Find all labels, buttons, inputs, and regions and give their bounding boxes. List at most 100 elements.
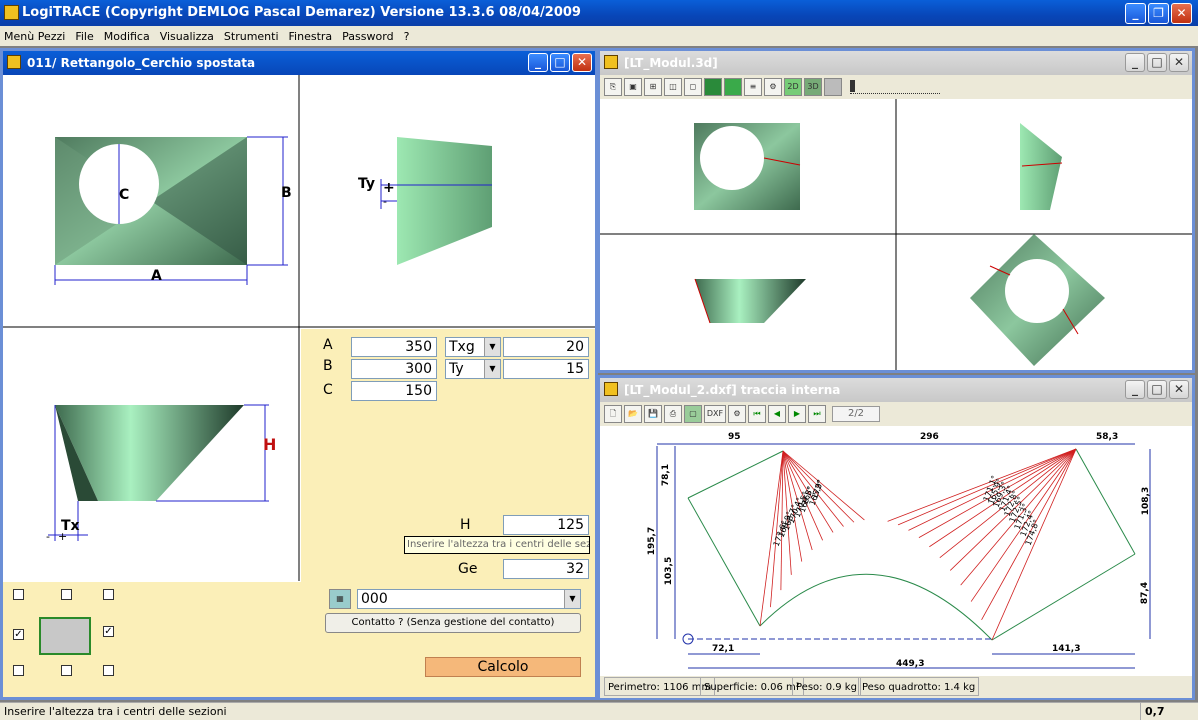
menu-help[interactable]: ?: [404, 30, 410, 43]
menu-strumenti[interactable]: Strumenti: [224, 30, 279, 43]
settings-2d-icon[interactable]: ⚙: [728, 405, 746, 423]
checkbox-mid-left[interactable]: ✓: [13, 629, 24, 640]
copy-icon[interactable]: ⎘: [604, 78, 622, 96]
shaded-icon[interactable]: [724, 78, 742, 96]
txg-select-value: Txg: [449, 339, 475, 355]
combo-000-value: 000: [361, 591, 388, 607]
param-a-label: A: [323, 337, 333, 353]
app-statusbar: Inserire l'altezza tra i centri delle se…: [0, 702, 1198, 720]
disabled-icon: [824, 78, 842, 96]
dim-296: 296: [920, 432, 939, 442]
checkbox-top-left[interactable]: [13, 589, 24, 600]
param-c-input[interactable]: 150: [351, 381, 437, 401]
ty-select[interactable]: Ty ▼: [445, 359, 501, 379]
zoom-slider[interactable]: [850, 80, 940, 94]
tx-plus-label: +: [58, 530, 68, 543]
open-folder-icon[interactable]: 📂: [624, 405, 642, 423]
menu-bar: Menù Pezzi File Modifica Visualizza Stru…: [0, 26, 1198, 46]
window-3d-title: [LT_Modul.3d]: [624, 56, 718, 70]
menu-password[interactable]: Password: [342, 30, 393, 43]
frame-icon[interactable]: ▢: [684, 405, 702, 423]
view-quad-icon[interactable]: ⊞: [644, 78, 662, 96]
views-area: A B C Ty + - H Tx + - A 350 B 300 C 150 …: [3, 75, 595, 697]
win3-maximize-button[interactable]: □: [1147, 380, 1167, 399]
tx-minus-label: -: [46, 530, 50, 543]
win3-minimize-button[interactable]: _: [1125, 380, 1145, 399]
color-icon[interactable]: ≡: [744, 78, 762, 96]
app-titlebar: LogiTRACE (Copyright DEMLOG Pascal Demar…: [0, 0, 1198, 26]
checkbox-top-mid[interactable]: [61, 589, 72, 600]
win2-minimize-button[interactable]: _: [1125, 53, 1145, 72]
dxf-view-area: 95 296 58,3 78,1 195,7 103,5 108,3 87,4 …: [600, 426, 1192, 676]
param-panel: [301, 329, 595, 697]
settings-icon[interactable]: ⚙: [764, 78, 782, 96]
param-ge-label: Ge: [458, 561, 478, 577]
restore-button[interactable]: ❐: [1148, 3, 1169, 24]
win1-maximize-button[interactable]: □: [550, 53, 570, 72]
checkbox-top-right[interactable]: [103, 589, 114, 600]
txg-input[interactable]: 20: [503, 337, 589, 357]
txg-select[interactable]: Txg ▼: [445, 337, 501, 357]
checkbox-bottom-left[interactable]: [13, 665, 24, 676]
close-button[interactable]: ✕: [1171, 3, 1192, 24]
checkbox-bottom-right[interactable]: [103, 665, 114, 676]
ty-minus-label: -: [383, 195, 387, 208]
win1-close-button[interactable]: ✕: [572, 53, 592, 72]
dim-b-label: B: [281, 185, 292, 201]
last-page-icon[interactable]: ⏭: [808, 405, 826, 423]
ty-input[interactable]: 15: [503, 359, 589, 379]
param-b-label: B: [323, 358, 333, 374]
3d-view-area: [600, 99, 1192, 370]
win2-maximize-button[interactable]: □: [1147, 53, 1167, 72]
box-icon[interactable]: ◻: [684, 78, 702, 96]
dim-141-3: 141,3: [1052, 644, 1081, 654]
checkbox-mid-right[interactable]: ✓: [103, 626, 114, 637]
dim-ty-label: Ty: [358, 176, 376, 192]
save-icon[interactable]: 💾: [644, 405, 662, 423]
slider-thumb-icon: [850, 80, 855, 92]
win1-minimize-button[interactable]: _: [528, 53, 548, 72]
win2-close-button[interactable]: ✕: [1169, 53, 1189, 72]
window-rettangolo-title: 011/ Rettangolo_Cerchio spostata: [27, 56, 256, 70]
win3-close-button[interactable]: ✕: [1169, 380, 1189, 399]
dim-195-7: 195,7: [647, 526, 658, 556]
prev-page-icon[interactable]: ◀: [768, 405, 786, 423]
layer-icon[interactable]: ▦: [329, 589, 351, 609]
combo-000[interactable]: 000 ▼: [357, 589, 581, 609]
menu-file[interactable]: File: [75, 30, 93, 43]
chevron-down-icon: ▼: [484, 338, 500, 356]
dxf-export-button[interactable]: DXF: [704, 405, 726, 423]
menu-modifica[interactable]: Modifica: [104, 30, 150, 43]
dim-87-4: 87,4: [1140, 581, 1151, 605]
param-ge-input[interactable]: 32: [503, 559, 589, 579]
param-b-input[interactable]: 300: [351, 359, 437, 379]
dim-78-1: 78,1: [661, 463, 672, 487]
print-icon[interactable]: ⎙: [664, 405, 682, 423]
calcolo-button[interactable]: Calcolo: [425, 657, 581, 677]
ty-plus-label: +: [383, 180, 395, 196]
first-page-icon[interactable]: ⏮: [748, 405, 766, 423]
export-2d-icon[interactable]: 2D: [784, 78, 802, 96]
menu-pezzi[interactable]: Menù Pezzi: [4, 30, 65, 43]
perimetro-status: Perimetro: 1106 mm: [604, 677, 716, 696]
dim-95: 95: [728, 432, 741, 442]
app-title: LogiTRACE (Copyright DEMLOG Pascal Demar…: [22, 5, 581, 20]
wireframe-icon[interactable]: ◫: [664, 78, 682, 96]
minimize-button[interactable]: _: [1125, 3, 1146, 24]
next-page-icon[interactable]: ▶: [788, 405, 806, 423]
menu-visualizza[interactable]: Visualizza: [160, 30, 214, 43]
new-file-icon[interactable]: 🗋: [604, 405, 622, 423]
menu-finestra[interactable]: Finestra: [289, 30, 333, 43]
param-a-input[interactable]: 350: [351, 337, 437, 357]
dxf-toolbar: 🗋 📂 💾 ⎙ ▢ DXF ⚙ ⏮ ◀ ▶ ⏭ 2/2: [600, 402, 1192, 426]
window-icon: [7, 55, 21, 69]
solid-icon[interactable]: [704, 78, 722, 96]
dim-h-label: H: [263, 435, 277, 454]
checkbox-bottom-mid[interactable]: [61, 665, 72, 676]
contatto-button[interactable]: Contatto ? (Senza gestione del contatto): [325, 613, 581, 633]
view-single-icon[interactable]: ▣: [624, 78, 642, 96]
fold-line: [887, 448, 1077, 522]
window-rettangolo: 011/ Rettangolo_Cerchio spostata _ □ ✕ A…: [0, 48, 598, 700]
param-h-input[interactable]: 125: [503, 515, 589, 535]
export-3d-icon[interactable]: 3D: [804, 78, 822, 96]
